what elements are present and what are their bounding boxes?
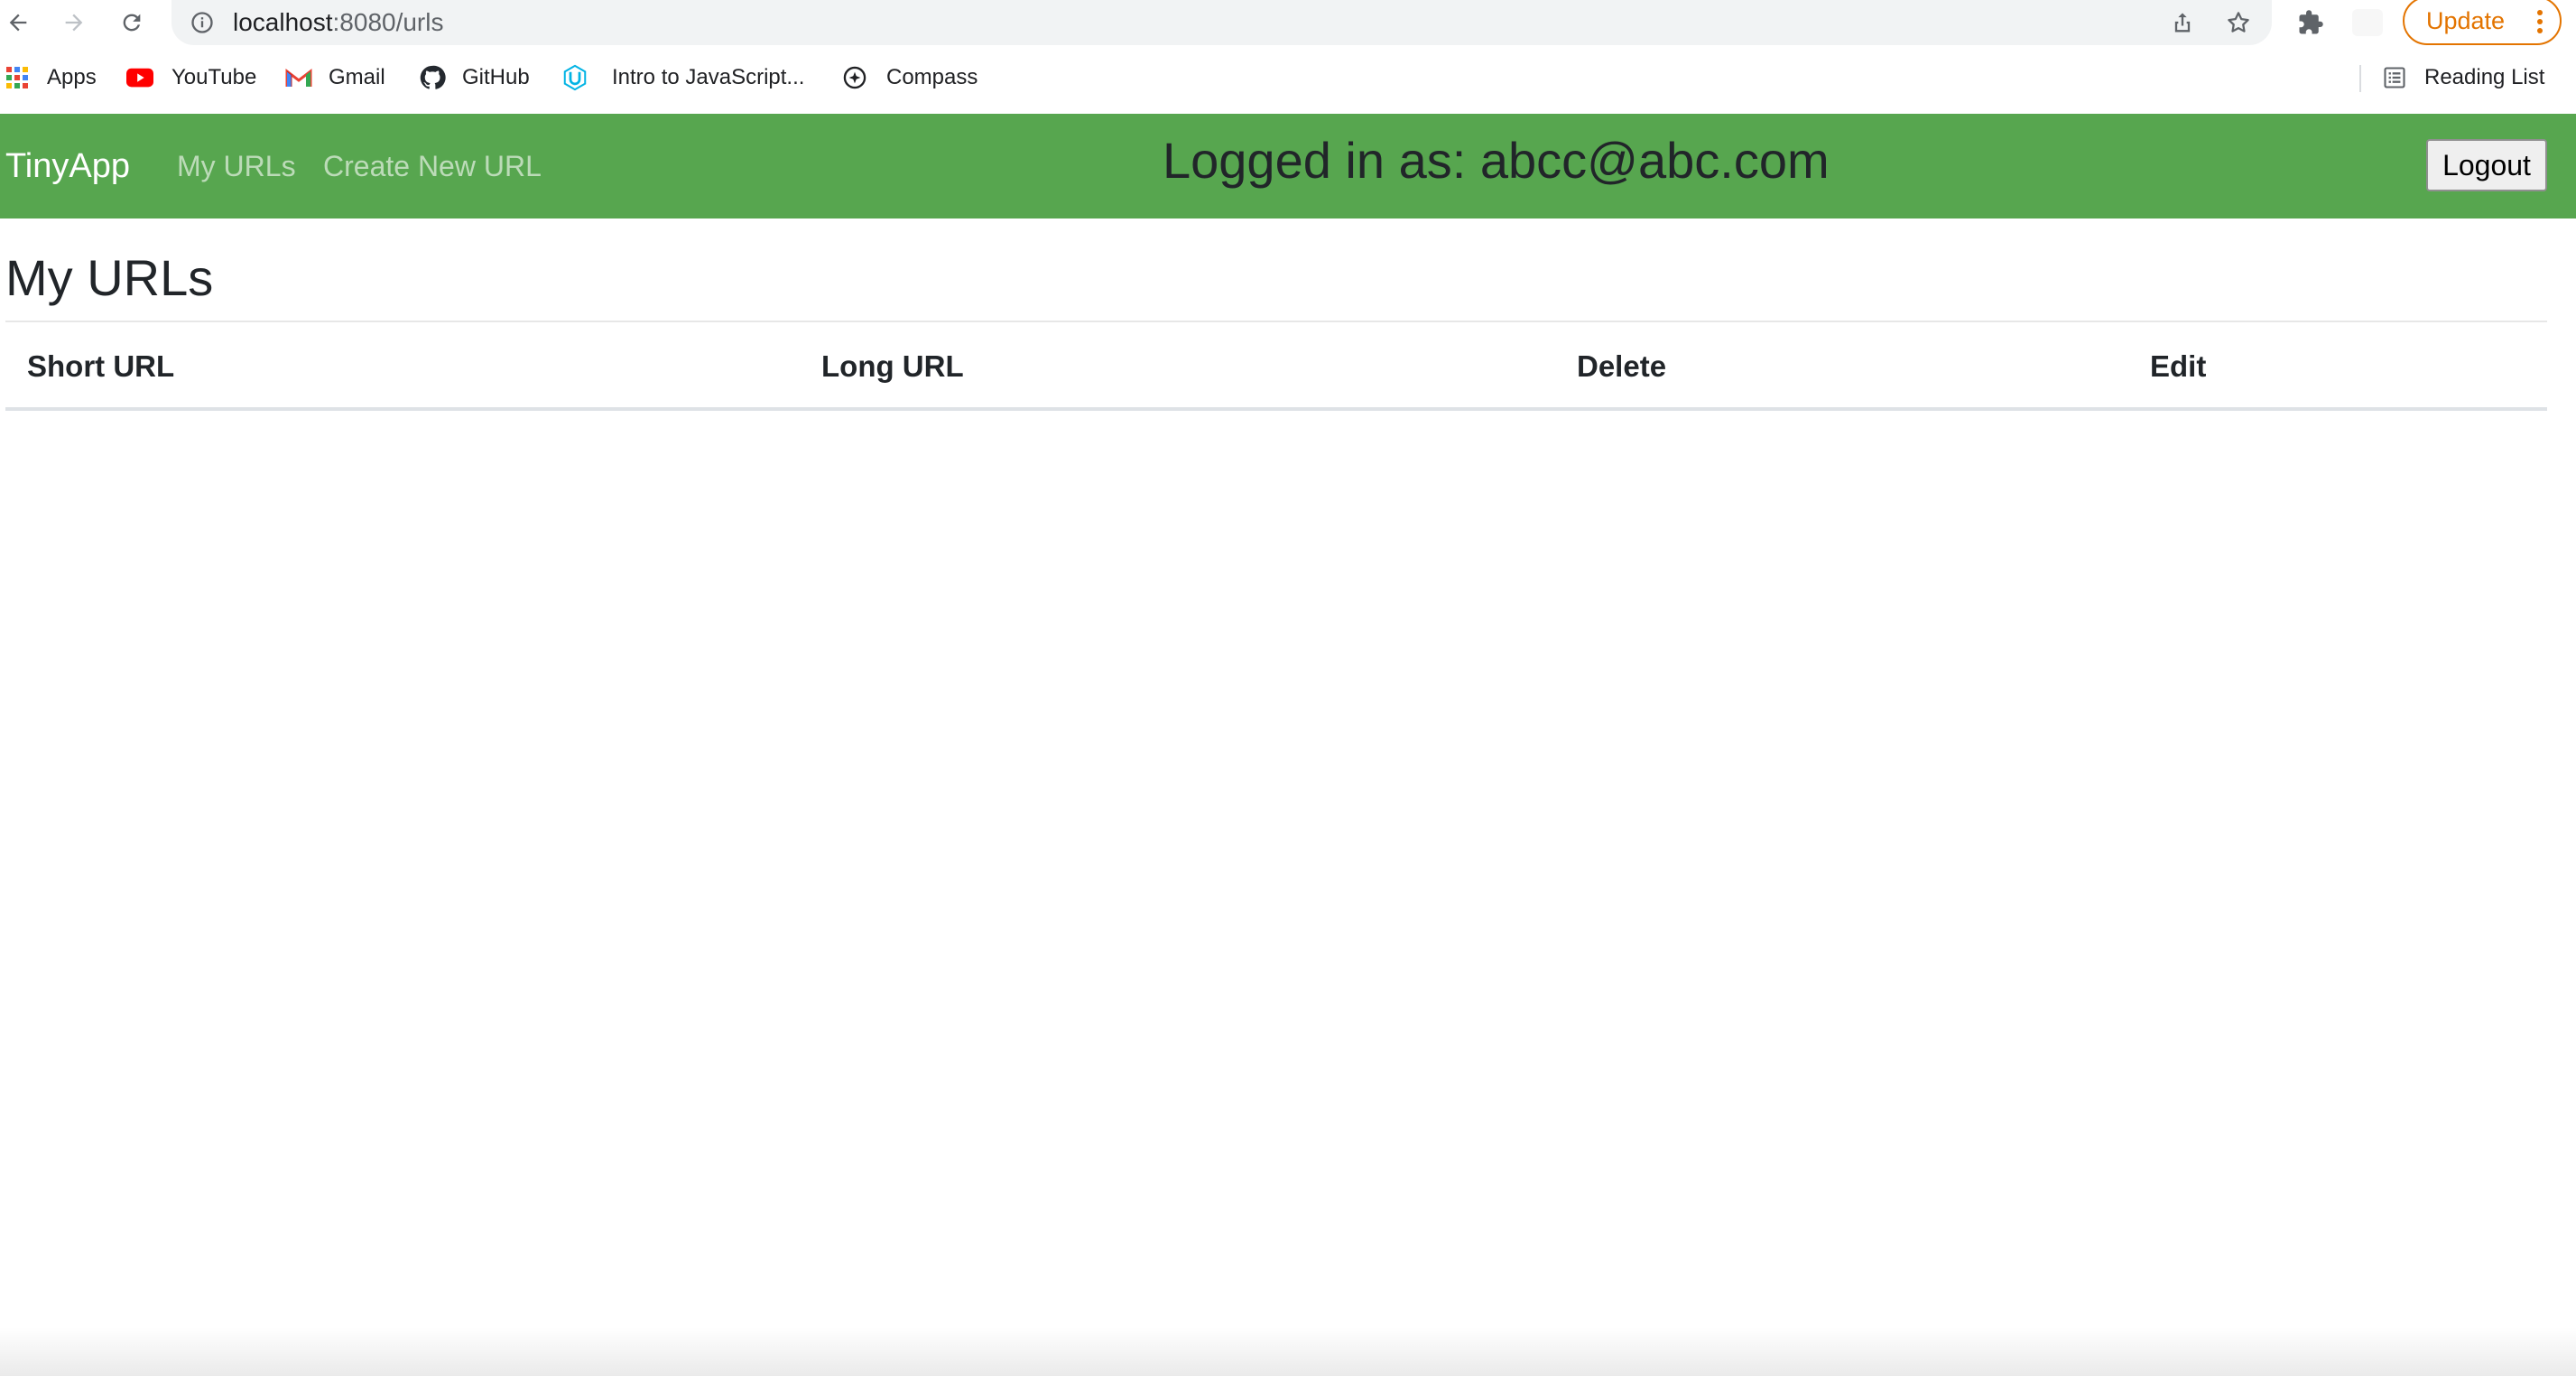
extensions-button[interactable] xyxy=(2294,6,2327,39)
bookmark-label: YouTube xyxy=(171,65,257,89)
url-host: localhost xyxy=(233,8,333,36)
address-bar[interactable]: localhost:8080/urls xyxy=(171,0,2272,45)
gmail-icon xyxy=(285,64,312,91)
logged-in-status: Logged in as: abcc@abc.com xyxy=(1163,132,1830,189)
github-icon xyxy=(419,64,446,91)
share-icon[interactable] xyxy=(2168,8,2197,37)
address-url: localhost:8080/urls xyxy=(233,0,443,45)
reload-icon xyxy=(123,14,141,32)
bookmark-youtube[interactable]: YouTube xyxy=(126,54,256,101)
bookmark-gmail[interactable]: Gmail xyxy=(285,54,385,101)
site-info-icon[interactable] xyxy=(190,10,215,35)
bookmark-star-icon[interactable] xyxy=(2224,8,2253,37)
brand-link[interactable]: TinyApp xyxy=(5,114,130,218)
bookmark-label: Apps xyxy=(47,65,97,89)
bookmark-github[interactable]: GitHub xyxy=(419,54,530,101)
title-divider xyxy=(5,321,2547,322)
app-navbar: TinyApp My URLs Create New URL Logged in… xyxy=(0,114,2576,218)
column-header-delete: Delete xyxy=(1577,349,1667,383)
bookmarks-separator xyxy=(2359,65,2361,92)
bookmark-intro-javascript[interactable]: Intro to JavaScript... xyxy=(561,54,804,101)
udacity-icon xyxy=(561,64,588,91)
forward-arrow-icon xyxy=(65,14,83,32)
column-header-long-url: Long URL xyxy=(821,349,964,383)
url-path: :8080/urls xyxy=(332,8,444,36)
bookmark-label: Intro to JavaScript... xyxy=(612,65,805,89)
bookmark-compass[interactable]: Compass xyxy=(841,54,978,101)
reading-list-label: Reading List xyxy=(2424,65,2545,89)
bookmark-label: Gmail xyxy=(329,65,385,89)
bookmark-label: GitHub xyxy=(462,65,530,89)
compass-icon xyxy=(841,64,868,91)
profile-avatar[interactable] xyxy=(2352,9,2383,36)
reading-list-button[interactable]: Reading List xyxy=(2381,54,2544,101)
column-header-edit: Edit xyxy=(2150,349,2207,383)
reading-list-icon xyxy=(2381,64,2408,91)
logout-button[interactable]: Logout xyxy=(2426,139,2547,191)
youtube-icon xyxy=(126,64,153,91)
apps-grid-icon xyxy=(4,64,31,91)
bookmark-label: Compass xyxy=(886,65,978,89)
puzzle-piece-icon xyxy=(2299,10,2323,34)
more-vert-icon xyxy=(2536,9,2544,34)
browser-toolbar: localhost:8080/urls Update xyxy=(0,0,2576,45)
back-button[interactable] xyxy=(0,5,36,41)
bookmark-apps[interactable]: Apps xyxy=(4,54,97,101)
bookmarks-bar: Apps YouTube Gmail GitHub Intro to JavaS… xyxy=(0,54,2576,101)
nav-link-my-urls[interactable]: My URLs xyxy=(177,114,296,218)
page-title: My URLs xyxy=(5,249,214,306)
window-bottom-shadow xyxy=(0,1327,2576,1376)
forward-button[interactable] xyxy=(56,5,92,41)
column-header-short-url: Short URL xyxy=(27,349,175,383)
table-header-divider xyxy=(5,407,2547,411)
nav-link-create-new-url[interactable]: Create New URL xyxy=(323,114,542,218)
back-arrow-icon xyxy=(9,14,27,32)
update-label: Update xyxy=(2426,6,2506,34)
update-button[interactable]: Update xyxy=(2403,0,2562,45)
reload-button[interactable] xyxy=(114,5,150,41)
